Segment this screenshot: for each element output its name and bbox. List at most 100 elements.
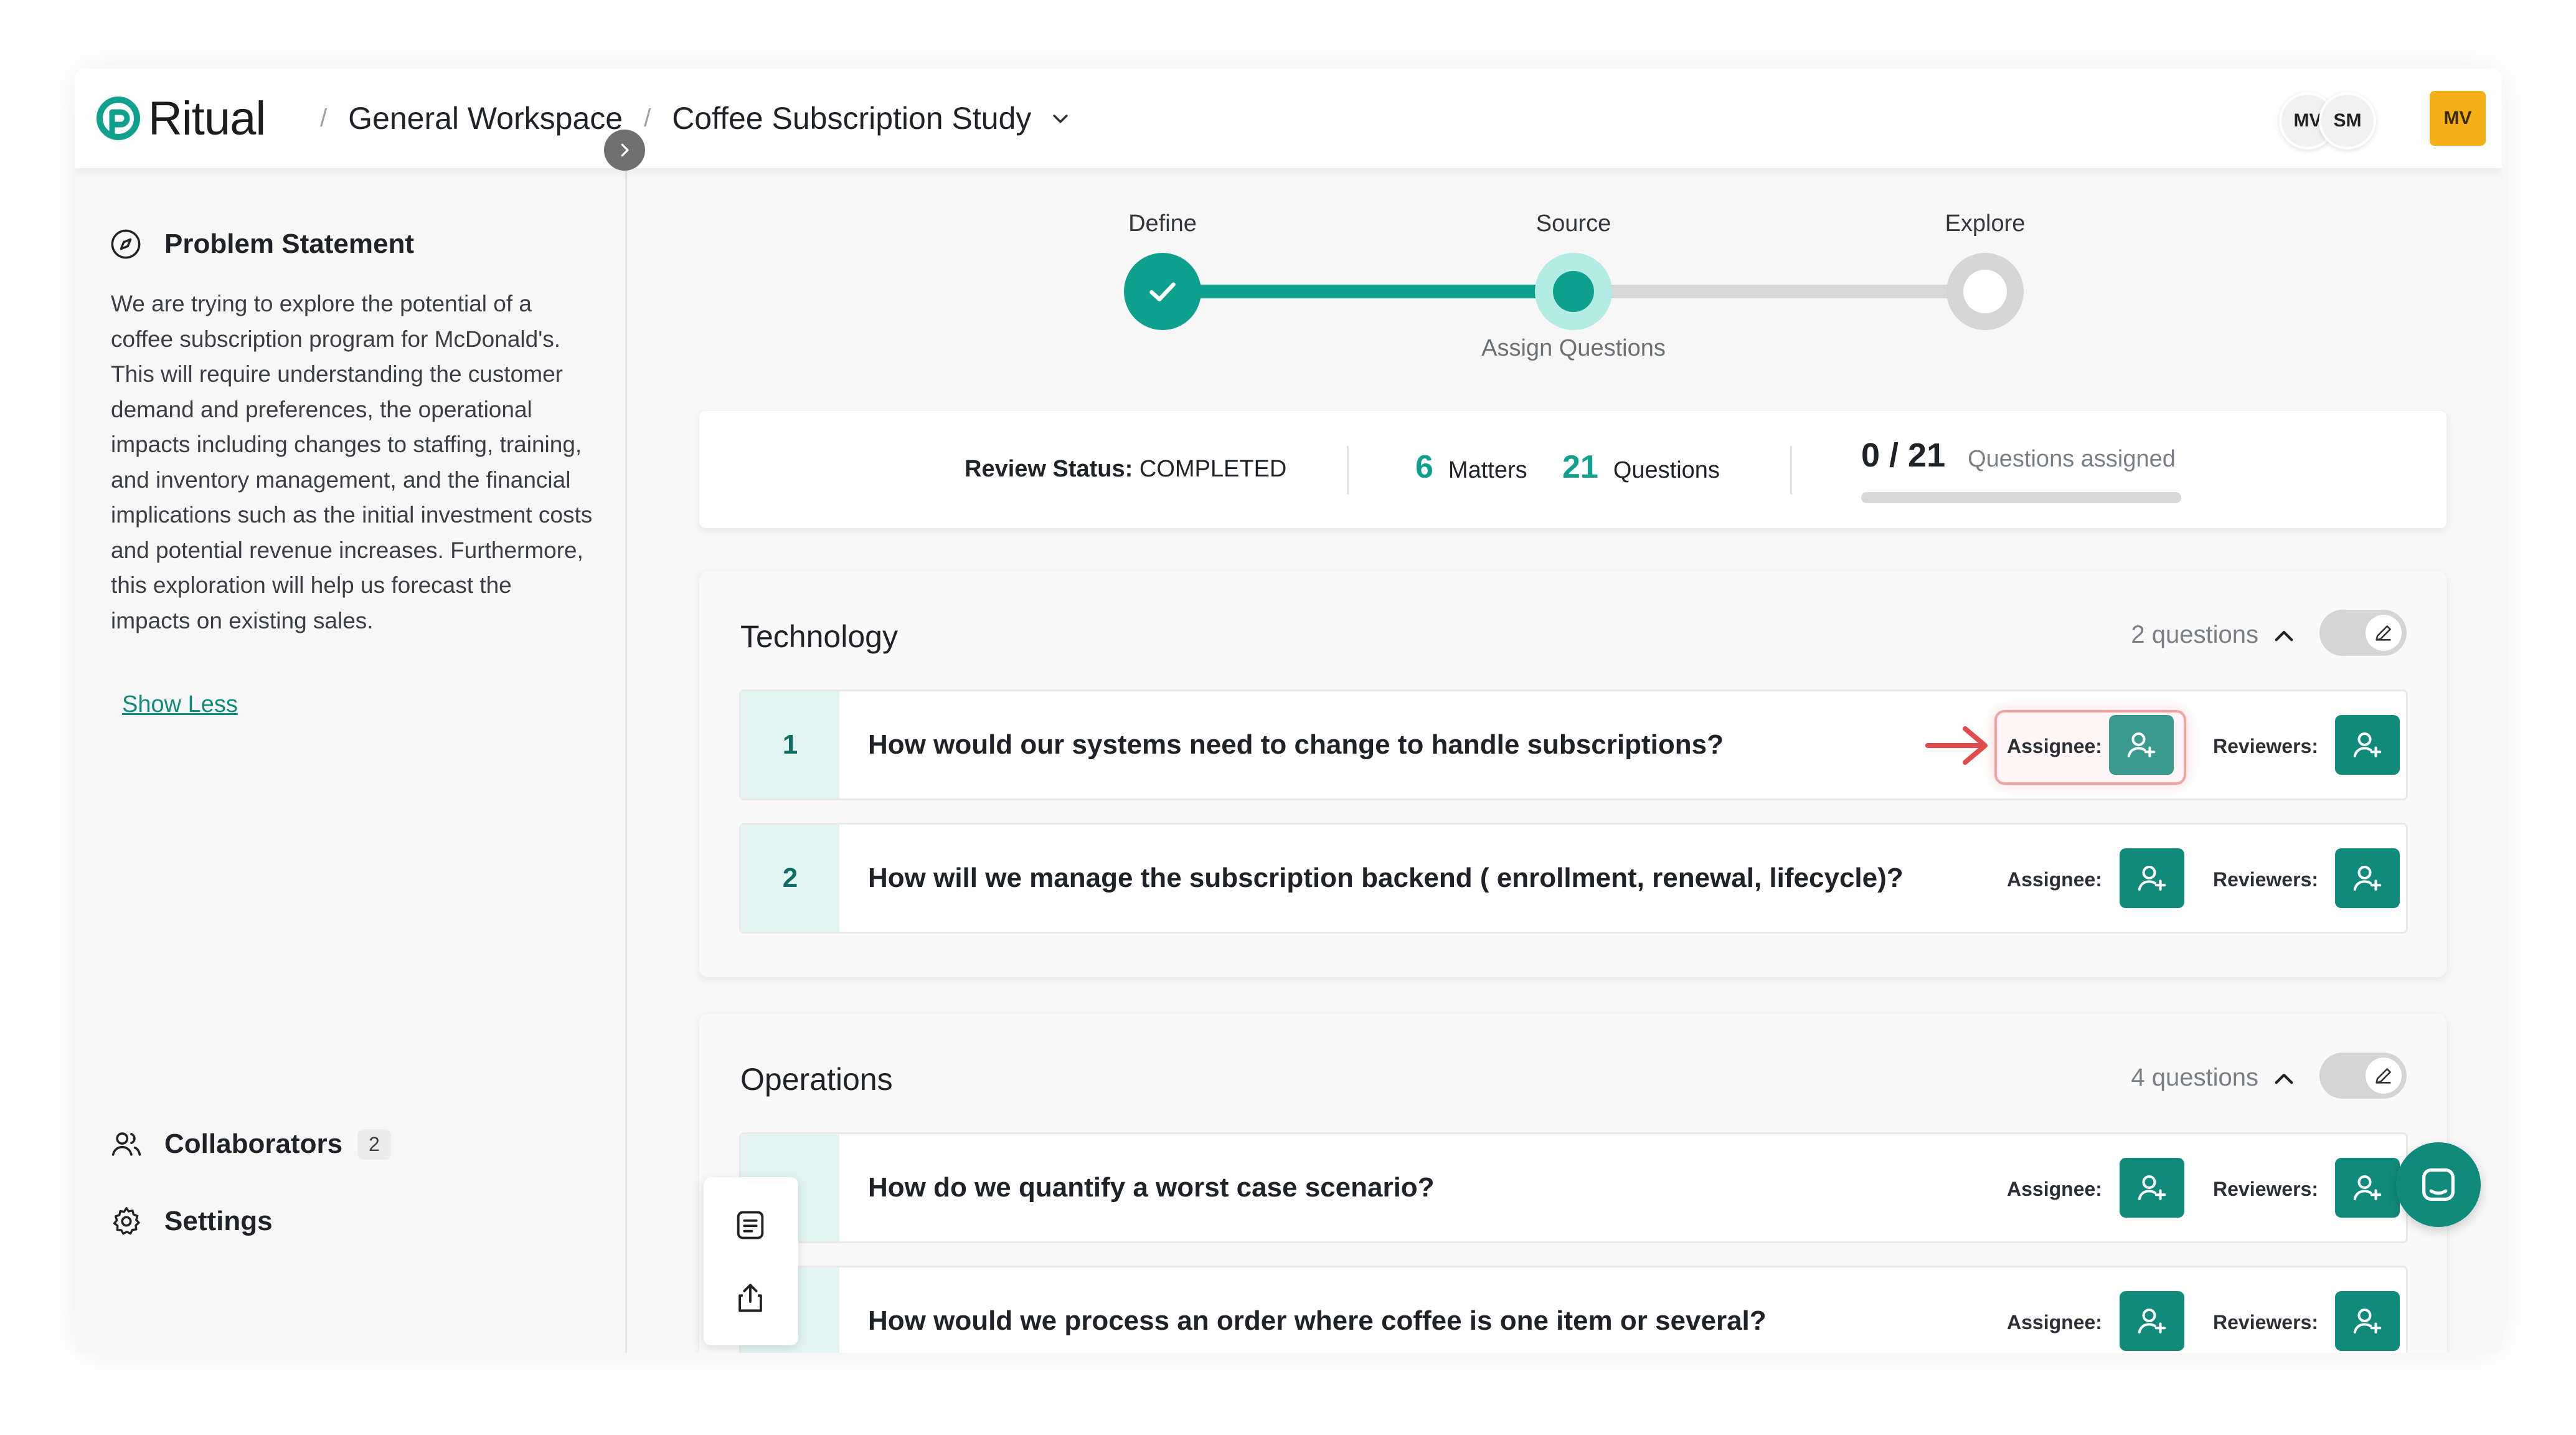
breadcrumb-separator: / [320, 104, 328, 132]
divider [1347, 446, 1349, 495]
step-define-done[interactable] [1124, 253, 1201, 330]
user-plus-icon [2138, 1308, 2166, 1334]
edit-toggle[interactable] [2319, 1053, 2407, 1099]
breadcrumb-project[interactable]: Coffee Subscription Study [672, 100, 1031, 136]
top-bar: Ritual / General Workspace / Coffee Subs… [75, 69, 2502, 168]
step-source-current[interactable] [1535, 253, 1612, 330]
ritual-logo[interactable]: Ritual [93, 91, 266, 146]
section-title: Technology [740, 619, 898, 654]
add-assignee-button[interactable] [2120, 1291, 2184, 1351]
user-plus-icon [2353, 732, 2382, 758]
section-question-count: 4 questions [2131, 1064, 2258, 1091]
problem-statement-text: We are trying to explore the potential o… [111, 291, 593, 633]
reviewers-label: Reviewers: [2213, 1311, 2318, 1333]
chat-launcher-button[interactable] [2396, 1142, 2481, 1227]
question-text: How would our systems need to change to … [868, 729, 1724, 760]
red-arrow-icon [1925, 726, 1988, 765]
step-label-source: Source [1536, 211, 1611, 237]
question-row[interactable]: 1 How would our systems need to change t… [739, 689, 2408, 800]
assigned-progress-bar [1861, 492, 2181, 503]
user-plus-icon [2353, 1308, 2382, 1334]
chat-icon [2422, 1168, 2455, 1201]
question-row[interactable]: How do we quantify a worst case scenario… [739, 1132, 2408, 1243]
question-row[interactable]: How would we process an order where coff… [739, 1266, 2408, 1353]
users-icon [111, 1132, 141, 1156]
step-label-define: Define [1128, 211, 1197, 237]
section-title: Operations [740, 1062, 893, 1097]
chevron-up-icon[interactable] [2271, 1066, 2297, 1092]
brand-name: Ritual [148, 92, 266, 145]
assigned-label: Questions assigned [1968, 446, 2176, 472]
collapse-sidebar-button[interactable] [604, 130, 645, 171]
matters-label: Matters [1448, 457, 1527, 483]
user-plus-icon [2138, 1175, 2166, 1201]
add-reviewer-button[interactable] [2335, 1291, 2400, 1351]
reviewers-label: Reviewers: [2213, 1178, 2318, 1200]
question-row[interactable]: 2 How will we manage the subscription ba… [739, 823, 2408, 934]
problem-statement-title: Problem Statement [164, 229, 414, 259]
assigned-stat: 0 / 21 Questions assigned [1861, 436, 2176, 475]
assigned-fraction: 0 / 21 [1861, 437, 1946, 474]
breadcrumb: / General Workspace / Coffee Subscriptio… [299, 100, 1071, 137]
show-less-link[interactable]: Show Less [122, 691, 238, 718]
add-assignee-button[interactable] [2120, 848, 2184, 908]
add-assignee-button[interactable] [2109, 715, 2174, 775]
section-card-technology: Technology 2 questions 1 How would our s… [699, 571, 2446, 977]
add-reviewer-button[interactable] [2335, 848, 2400, 908]
pencil-icon [2375, 625, 2391, 641]
questions-count: 21 [1562, 449, 1598, 485]
question-text: How do we quantify a worst case scenario… [868, 1172, 1435, 1203]
add-assignee-button[interactable] [2120, 1158, 2184, 1218]
assignee-label: Assignee: [2007, 1311, 2102, 1333]
question-text: How will we manage the subscription back… [868, 863, 1904, 893]
question-number: 2 [741, 825, 839, 932]
step-upcoming-dot [1963, 270, 2007, 313]
share-icon[interactable] [732, 1281, 768, 1317]
assignee-label: Assignee: [2007, 868, 2102, 891]
step-current-dot [1553, 271, 1594, 312]
floating-toolbar [704, 1177, 798, 1345]
breadcrumb-workspace[interactable]: General Workspace [348, 100, 623, 136]
settings-link[interactable]: Settings [110, 1205, 273, 1238]
review-status-label: Review Status: [965, 456, 1133, 482]
settings-label: Settings [164, 1206, 273, 1236]
user-plus-icon [2138, 865, 2166, 891]
main-content: Define Source Explore Assign Questions R… [627, 168, 2502, 1353]
gear-icon [113, 1206, 140, 1235]
section-card-operations: Operations 4 questions How do we quantif… [699, 1014, 2446, 1353]
step-label-explore: Explore [1945, 211, 2026, 237]
chevron-right-icon [621, 143, 629, 157]
assignee-label: Assignee: [2007, 1178, 2102, 1200]
questions-stat: 21 Questions [1562, 448, 1720, 486]
user-plus-icon [2127, 732, 2156, 758]
avatar[interactable]: SM [2319, 92, 2376, 149]
edit-toggle[interactable] [2319, 610, 2407, 656]
stepper-track-remaining [1573, 285, 1985, 298]
progress-stepper: Define Source Explore Assign Questions [627, 168, 2502, 380]
section-question-count: 2 questions [2131, 621, 2258, 648]
question-text: How would we process an order where coff… [868, 1305, 1767, 1336]
app-window: Ritual / General Workspace / Coffee Subs… [75, 69, 2502, 1353]
check-icon [1149, 282, 1176, 301]
collaborators-link[interactable]: Collaborators 2 [110, 1127, 391, 1161]
breadcrumb-separator: / [644, 104, 651, 132]
collaborators-label: Collaborators [164, 1129, 343, 1159]
step-explore-upcoming[interactable] [1946, 253, 2024, 330]
collaborator-avatars[interactable]: MV SM [2279, 92, 2376, 149]
chevron-up-icon[interactable] [2271, 623, 2297, 650]
add-reviewer-button[interactable] [2335, 715, 2400, 775]
reviewers-label: Reviewers: [2213, 868, 2318, 891]
toggle-knob [2366, 1058, 2402, 1094]
add-reviewer-button[interactable] [2335, 1158, 2400, 1218]
step-sub-label: Assign Questions [1481, 335, 1666, 361]
current-user-avatar[interactable]: MV [2430, 91, 2486, 146]
questions-label: Questions [1613, 457, 1720, 483]
document-icon[interactable] [732, 1207, 768, 1243]
user-plus-icon [2353, 1175, 2382, 1201]
stepper-track-complete [1163, 285, 1573, 298]
sidebar: Problem Statement We are trying to explo… [75, 168, 627, 1353]
divider [1790, 446, 1792, 495]
collaborators-count-badge: 2 [357, 1129, 391, 1160]
reviewers-label: Reviewers: [2213, 735, 2318, 757]
chevron-down-icon[interactable] [1050, 108, 1071, 129]
